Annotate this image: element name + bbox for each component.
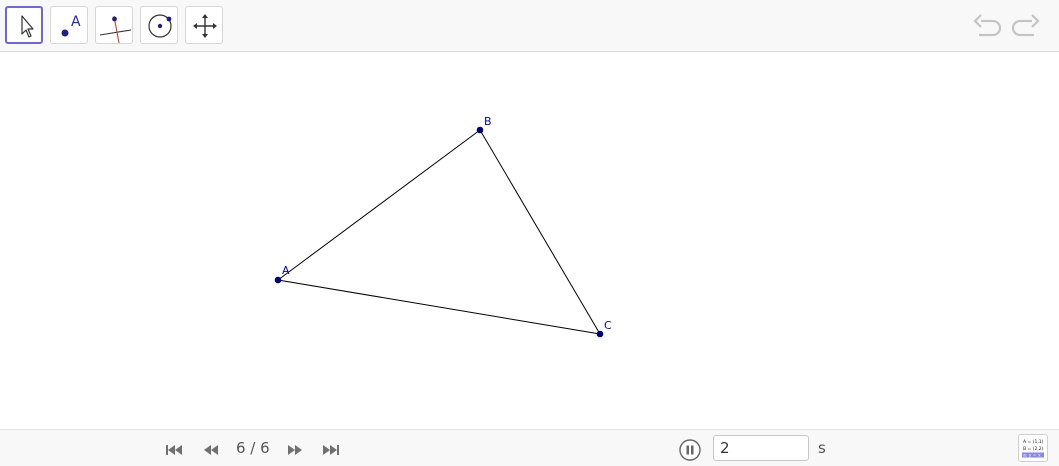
point-label-b: B — [484, 115, 492, 128]
algebra-view-button[interactable]: A = (1,1) B = (2,2) a: y = x — [1018, 434, 1048, 462]
undo-button[interactable] — [973, 12, 1003, 44]
move-view-tool-button[interactable] — [185, 6, 223, 44]
segment-ca[interactable] — [277, 279, 601, 335]
speed-unit-label: s — [818, 439, 826, 457]
step-counter: 6 / 6 — [236, 439, 270, 457]
skip-first-icon — [166, 445, 182, 455]
point-label-c: C — [604, 319, 612, 332]
perpendicular-line-icon — [99, 15, 132, 44]
segment-bc[interactable] — [479, 129, 601, 335]
point-b[interactable] — [476, 126, 484, 134]
algebra-icon-line-2: B = (2,2) — [1023, 446, 1044, 452]
perpendicular-line-tool-button[interactable] — [95, 6, 133, 44]
play-speed-input[interactable] — [713, 435, 809, 461]
point-icon: A — [61, 14, 81, 37]
algebra-view-icon: A = (1,1) B = (2,2) a: y = x — [1022, 439, 1044, 459]
next-step-button[interactable] — [285, 442, 305, 461]
graphics-view[interactable]: A B C — [0, 53, 1059, 429]
move-view-icon — [193, 14, 217, 38]
redo-icon — [1011, 14, 1040, 37]
rewind-icon — [204, 445, 218, 455]
last-step-button[interactable] — [321, 442, 341, 461]
algebra-icon-line-1: A = (1,1) — [1023, 439, 1044, 445]
point-tool-label: A — [71, 14, 81, 30]
first-step-button[interactable] — [164, 442, 184, 461]
move-tool-button[interactable] — [5, 6, 43, 44]
fast-forward-icon — [288, 445, 302, 455]
construction-protocol-navigation: 6 / 6 s A = (1,1) B = (2,2) a: y = x — [0, 429, 1059, 466]
skip-last-icon — [323, 445, 339, 455]
circle-icon — [148, 14, 172, 38]
drawing-canvas[interactable]: A B C — [0, 53, 1059, 429]
point-a[interactable] — [274, 276, 282, 284]
segment-ab[interactable] — [277, 129, 481, 281]
toolbar: A — [0, 0, 1059, 52]
point-label-a: A — [282, 264, 290, 277]
undo-icon — [973, 14, 1002, 37]
arrow-pointer-icon — [21, 15, 34, 38]
algebra-icon-line-3: a: y = x — [1023, 454, 1041, 459]
pause-icon — [679, 439, 701, 461]
previous-step-button[interactable] — [201, 442, 221, 461]
pause-button[interactable] — [679, 439, 701, 465]
circle-tool-button[interactable] — [140, 6, 178, 44]
point-c[interactable] — [596, 330, 604, 338]
redo-button[interactable] — [1010, 12, 1040, 44]
point-tool-button[interactable]: A — [50, 6, 88, 44]
